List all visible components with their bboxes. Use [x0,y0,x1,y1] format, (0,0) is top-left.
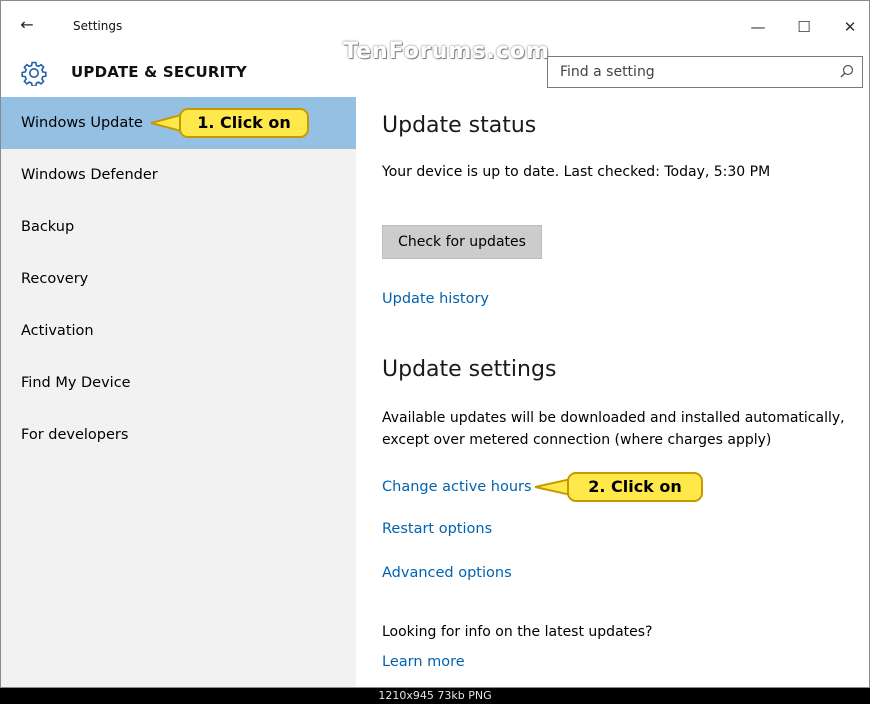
sidebar-item-label: Windows Update [21,115,143,131]
info-text: Looking for info on the latest updates? [382,624,653,640]
sidebar-item-for-developers[interactable]: For developers [1,409,356,461]
sidebar-item-find-my-device[interactable]: Find My Device [1,357,356,409]
status-text: Your device is up to date. Last checked:… [382,164,771,180]
sidebar-item-backup[interactable]: Backup [1,201,356,253]
app-title: Settings [73,19,123,33]
back-arrow-icon[interactable]: ← [15,13,39,37]
sidebar-item-label: Windows Defender [21,167,158,183]
sidebar-item-activation[interactable]: Activation [1,305,356,357]
search-icon[interactable] [838,63,856,81]
search-box[interactable] [547,56,863,88]
callout-step-2-label: 2. Click on [567,472,703,502]
gear-icon [21,61,47,86]
image-info-text: 1210x945 73kb PNG [378,689,492,702]
settings-description: Available updates will be downloaded and… [382,410,845,448]
close-button[interactable]: ✕ [827,13,869,41]
callout-step-1: 1. Click on [151,108,309,138]
sidebar-item-recovery[interactable]: Recovery [1,253,356,305]
advanced-options-link[interactable]: Advanced options [382,565,512,581]
change-active-hours-link[interactable]: Change active hours [382,479,532,495]
search-input[interactable] [548,57,840,87]
sidebar-item-label: Activation [21,323,94,339]
sidebar-item-label: Find My Device [21,375,131,391]
update-status-heading: Update status [382,113,537,138]
restart-options-link[interactable]: Restart options [382,521,492,537]
maximize-button[interactable]: ☐ [781,13,827,41]
sidebar: Windows Update Windows Defender Backup R… [1,97,356,687]
update-history-link[interactable]: Update history [382,291,489,307]
check-for-updates-button[interactable]: Check for updates [382,225,542,259]
section-title: UPDATE & SECURITY [71,63,247,81]
sidebar-item-label: For developers [21,427,129,443]
watermark: TenForums.com [343,39,550,64]
sidebar-item-label: Recovery [21,271,89,287]
image-info-bar: 1210x945 73kb PNG [0,688,870,704]
update-settings-heading: Update settings [382,357,557,382]
callout-step-1-label: 1. Click on [179,108,309,138]
learn-more-link[interactable]: Learn more [382,654,465,670]
sidebar-item-label: Backup [21,219,75,235]
main-content: Update status Your device is up to date.… [356,97,869,687]
callout-step-2: 2. Click on [535,472,703,502]
sidebar-item-windows-defender[interactable]: Windows Defender [1,149,356,201]
callout-arrow-icon [151,113,181,133]
settings-window: ← Settings — ☐ ✕ UPDATE & SECURITY TenFo… [0,0,870,688]
minimize-button[interactable]: — [735,13,781,41]
callout-arrow-icon [535,477,571,497]
